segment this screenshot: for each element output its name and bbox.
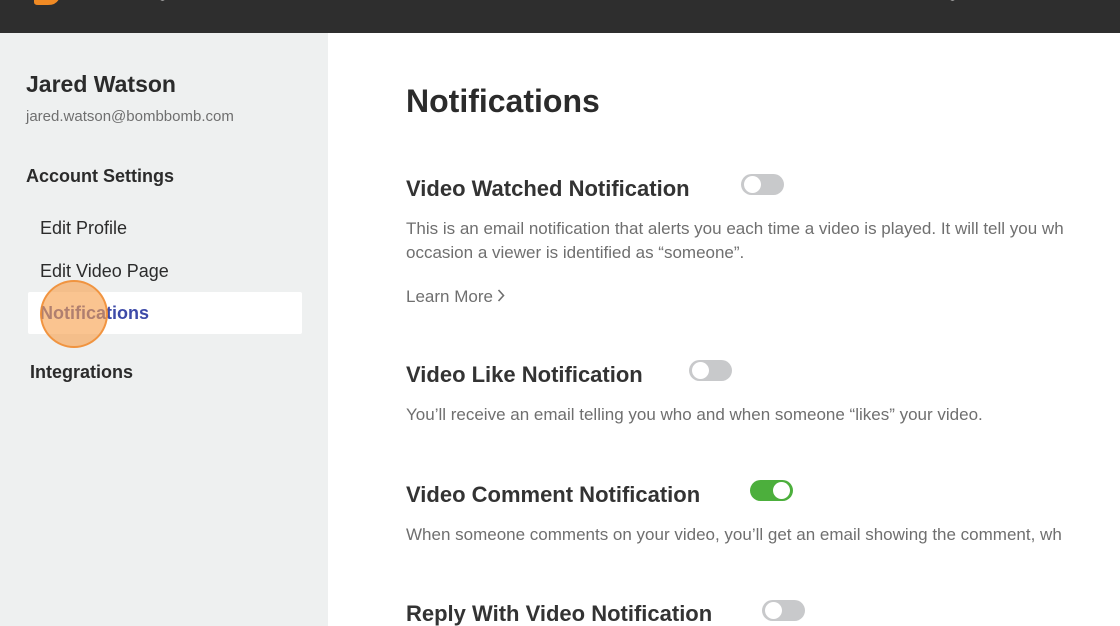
toggle-knob xyxy=(765,602,782,619)
settings-sidebar: Jared Watson jared.watson@bombbomb.com A… xyxy=(0,33,328,626)
video-comment-description: When someone comments on your video, you… xyxy=(406,525,1062,544)
page-title: Notifications xyxy=(406,83,600,119)
learn-more-link[interactable]: Learn More xyxy=(406,287,505,307)
toggle-knob xyxy=(692,362,709,379)
video-watched-toggle[interactable] xyxy=(741,174,784,195)
video-like-toggle[interactable] xyxy=(689,360,732,381)
video-watched-description: occasion a viewer is identified as “some… xyxy=(406,243,745,262)
sidebar-item-label: Edit Profile xyxy=(40,218,128,238)
reply-with-video-title: Reply With Video Notification xyxy=(406,601,713,626)
video-comment-toggle[interactable] xyxy=(750,480,793,501)
sidebar-item-label: Edit Video Page xyxy=(40,261,169,281)
chevron-right-icon xyxy=(497,287,505,307)
top-bar xyxy=(0,0,1120,33)
bombbomb-logo-icon[interactable] xyxy=(30,0,66,6)
sidebar-item-integrations[interactable]: Integrations xyxy=(30,362,133,383)
toggle-knob xyxy=(773,482,790,499)
video-comment-title: Video Comment Notification xyxy=(406,482,701,507)
video-like-title: Video Like Notification xyxy=(406,362,643,387)
user-email: jared.watson@bombbomb.com xyxy=(26,108,234,125)
learn-more-label: Learn More xyxy=(406,287,493,306)
topbar-fragment-icon xyxy=(160,0,165,1)
reply-with-video-toggle[interactable] xyxy=(762,600,805,621)
sidebar-item-notifications[interactable]: Notifications xyxy=(28,292,302,334)
toggle-knob xyxy=(744,176,761,193)
video-watched-title: Video Watched Notification xyxy=(406,176,690,201)
notifications-panel: Notifications Video Watched Notification… xyxy=(328,33,1120,626)
topbar-fragment-icon xyxy=(950,0,955,1)
sidebar-item-label: Notifications xyxy=(40,303,150,323)
user-name: Jared Watson xyxy=(26,71,176,97)
account-settings-heading: Account Settings xyxy=(26,166,175,186)
sidebar-item-edit-video-page[interactable]: Edit Video Page xyxy=(28,250,302,292)
video-like-description: You’ll receive an email telling you who … xyxy=(406,405,983,424)
sidebar-item-edit-profile[interactable]: Edit Profile xyxy=(28,207,302,249)
video-watched-description: This is an email notification that alert… xyxy=(406,219,1064,238)
